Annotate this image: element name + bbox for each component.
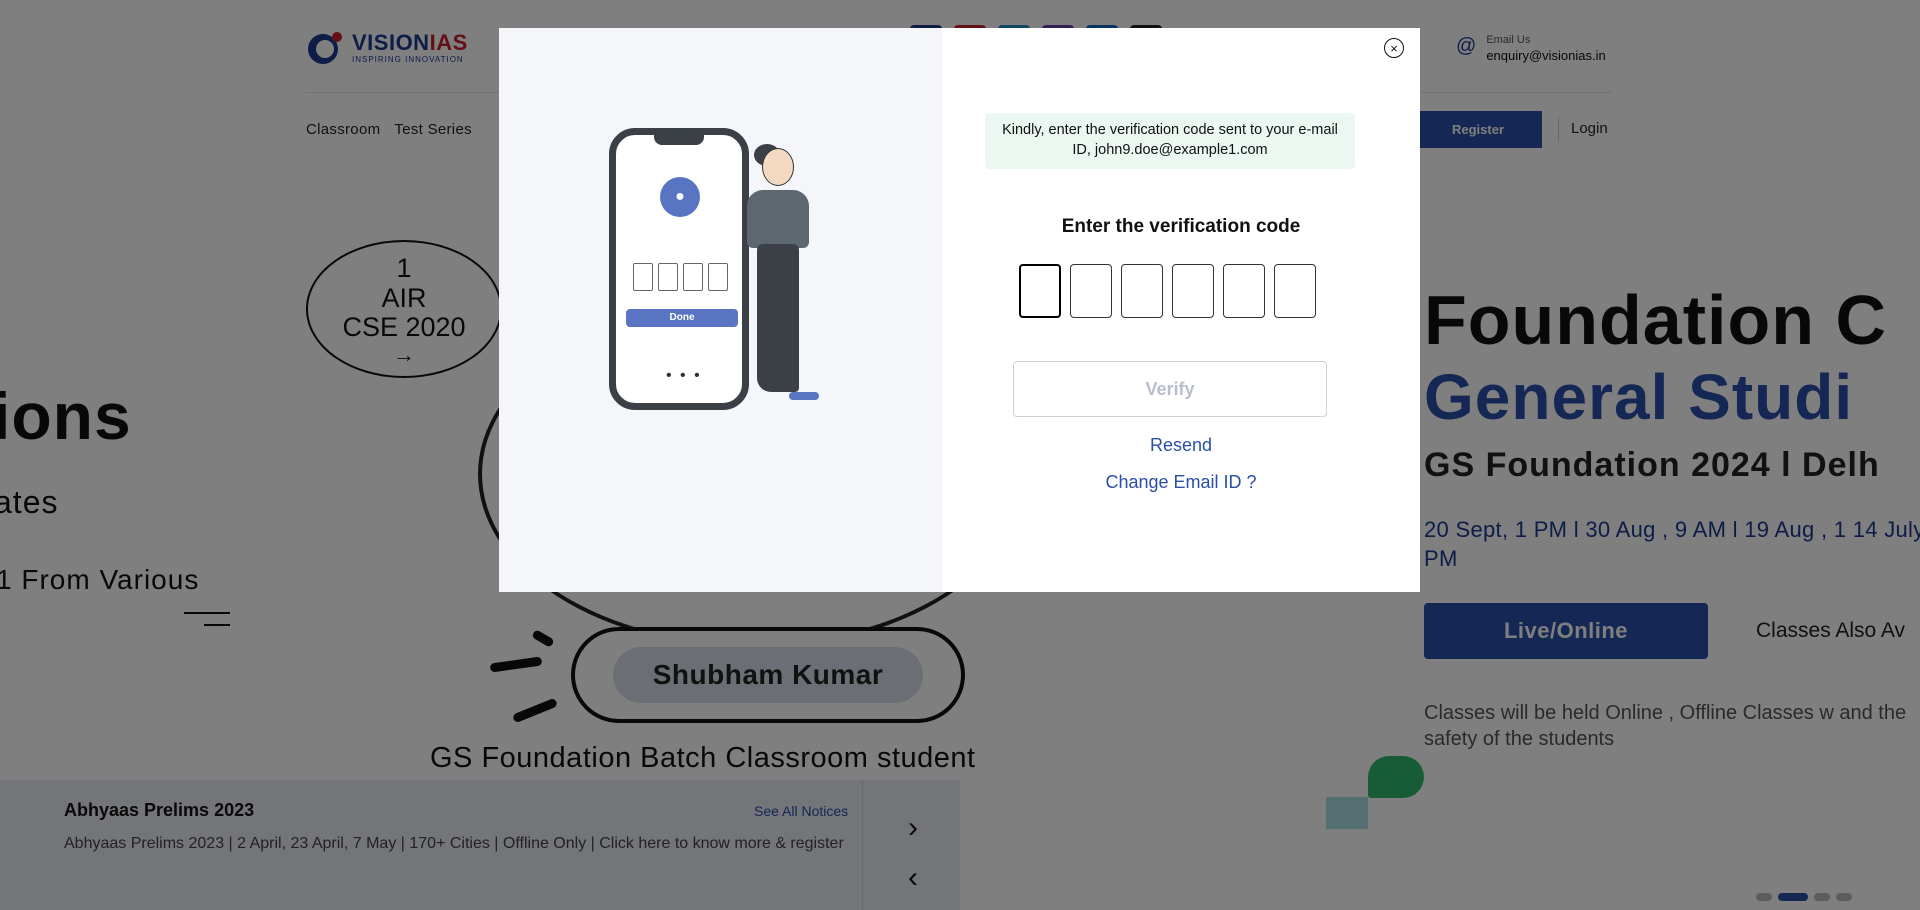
woman-illustration [762,148,794,186]
woman-illustration [747,190,809,248]
woman-illustration [757,244,799,392]
phone-code-boxes [633,263,728,291]
verify-button[interactable]: Verify [1013,361,1327,417]
verification-modal: ● Done • • • × Kindly, enter the verific… [499,28,1420,592]
modal-form-panel: × Kindly, enter the verification code se… [942,28,1420,592]
otp-digit-1[interactable] [1019,264,1061,318]
modal-illustration-panel: ● Done • • • [499,28,942,592]
otp-input-group [1019,264,1316,318]
otp-digit-4[interactable] [1172,264,1214,318]
woman-illustration [789,392,819,400]
lock-icon: ● [660,177,700,217]
phone-done-label: Done [626,309,738,327]
close-icon[interactable]: × [1384,38,1404,58]
resend-link[interactable]: Resend [942,435,1420,456]
otp-digit-2[interactable] [1070,264,1112,318]
otp-digit-6[interactable] [1274,264,1316,318]
verification-info-banner: Kindly, enter the verification code sent… [985,113,1355,169]
verification-heading: Enter the verification code [1061,216,1301,237]
phone-dots: • • • [666,367,702,384]
change-email-link[interactable]: Change Email ID ? [942,472,1420,493]
otp-digit-5[interactable] [1223,264,1265,318]
otp-digit-3[interactable] [1121,264,1163,318]
phone-illustration: ● Done • • • [609,128,749,410]
